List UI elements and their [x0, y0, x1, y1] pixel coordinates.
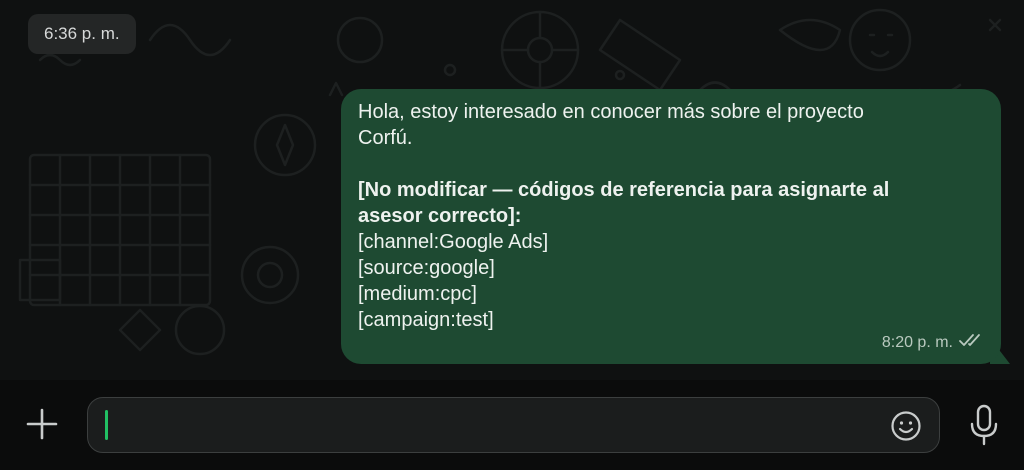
emoji-button[interactable] — [889, 409, 923, 443]
message-composer — [0, 380, 1024, 470]
chat-area: 6:36 p. m. Hola, estoy interesado en con… — [0, 0, 1024, 380]
date-chip: 6:36 p. m. — [28, 14, 136, 54]
text-caret — [105, 410, 108, 440]
message-meta: 8:20 p. m. — [882, 332, 985, 353]
message-line-bold: asesor correcto]: — [358, 205, 522, 227]
message-text: Hola, estoy interesado en conocer más so… — [358, 99, 981, 333]
message-line: [source:google] — [358, 257, 495, 279]
message-line: Hola, estoy interesado en conocer más so… — [358, 101, 864, 123]
message-input[interactable] — [87, 397, 940, 453]
smiley-icon — [891, 411, 921, 441]
message-line: [channel:Google Ads] — [358, 231, 549, 253]
microphone-icon — [970, 404, 998, 446]
outgoing-message-bubble[interactable]: Hola, estoy interesado en conocer más so… — [341, 89, 1001, 364]
message-line-bold: [No modificar — códigos de referencia pa… — [358, 179, 890, 201]
message-line: Corfú. — [358, 127, 413, 149]
message-time: 8:20 p. m. — [881, 333, 953, 351]
voice-message-button[interactable] — [964, 402, 1004, 448]
plus-icon — [26, 408, 58, 440]
message-line: [campaign:test] — [358, 309, 494, 331]
double-check-icon — [959, 332, 985, 353]
attach-button[interactable] — [22, 404, 62, 444]
message-line: [medium:cpc] — [358, 283, 477, 305]
